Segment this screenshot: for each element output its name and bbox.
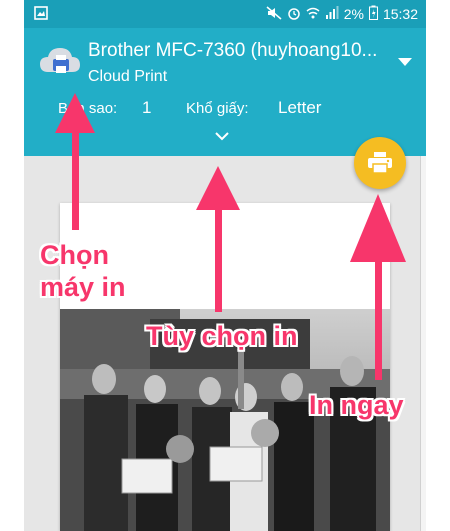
copies-value[interactable]: 1 (142, 98, 151, 118)
printer-name[interactable]: Brother MFC-7360 (huyhoang10... (88, 40, 377, 62)
cloud-print-icon[interactable] (38, 44, 82, 78)
battery-percent: 2% (343, 6, 364, 22)
paper-size-value[interactable]: Letter (278, 98, 321, 118)
wifi-icon (306, 6, 320, 23)
next-page-edge (420, 156, 426, 531)
print-button[interactable] (354, 137, 406, 189)
annotation-choose-printer: Chọn máy in (40, 240, 126, 303)
printer-subtitle: Cloud Print (88, 68, 168, 85)
copies-label: Bản sao: (58, 100, 118, 117)
battery-icon (368, 5, 378, 23)
print-header: Brother MFC-7360 (huyhoang10... Cloud Pr… (24, 28, 426, 156)
annotation-print-options: Tùy chọn in (146, 321, 298, 351)
status-bar: 2% 15:32 (24, 0, 426, 28)
clock: 15:32 (382, 6, 418, 22)
signal-icon (325, 5, 339, 23)
print-icon (368, 152, 392, 174)
dropdown-arrow-icon[interactable] (398, 58, 412, 66)
image-notification-icon (34, 6, 48, 23)
annotation-print-now: In ngay (309, 390, 404, 420)
expand-chevron-icon[interactable] (215, 128, 229, 141)
paper-size-label: Khổ giấy: (186, 100, 249, 117)
mute-icon (266, 5, 282, 23)
alarm-icon (287, 6, 301, 23)
